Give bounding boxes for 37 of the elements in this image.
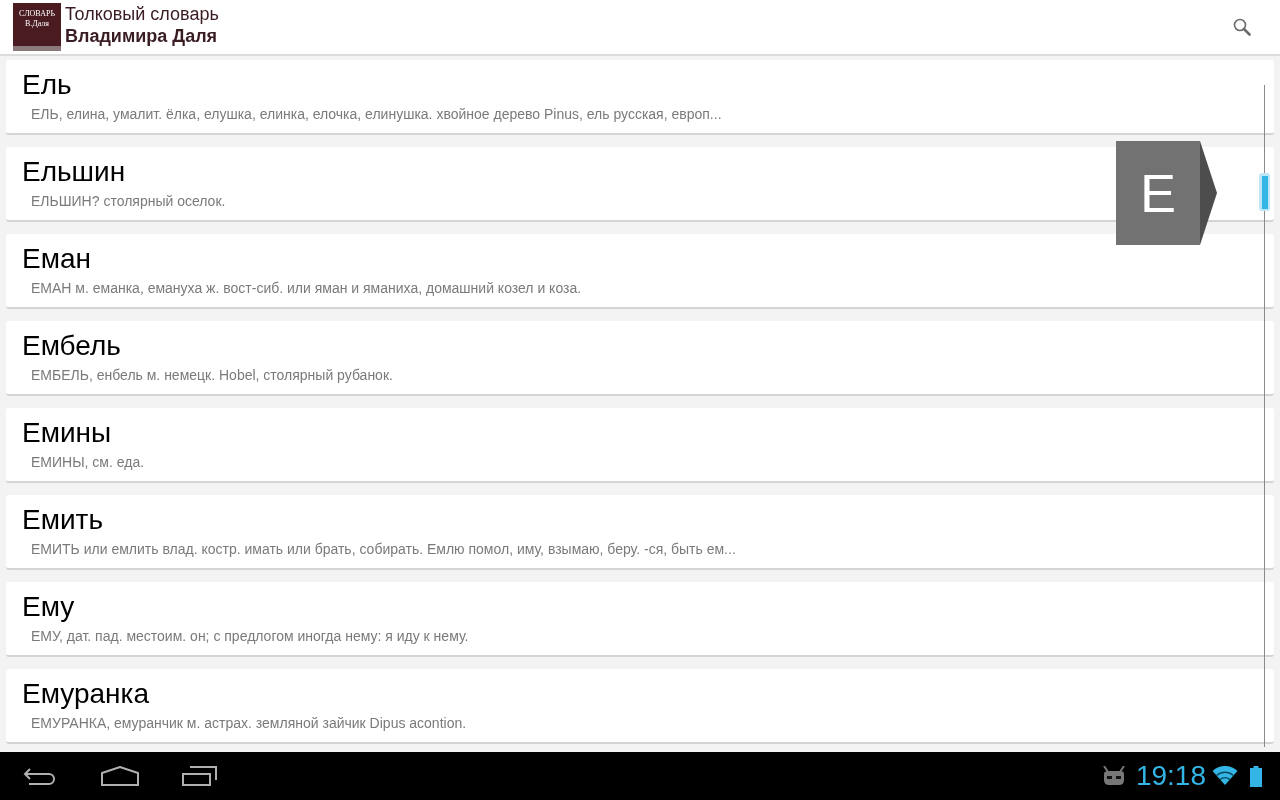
entry-definition: ЕМУРАНКА, емуранчик м. астрах. земляной зайчик Dipus acontion. xyxy=(31,714,467,732)
home-icon xyxy=(101,766,139,786)
entry-card[interactable]: Ель ЕЛЬ, елина, умалит. ёлка, елушка, елинка, елочка, елинушка. хвойное дерево Pinus, ель русская, европ... xyxy=(6,60,1274,135)
entry-word: Еман xyxy=(22,242,91,276)
entry-word: Емить xyxy=(22,503,103,537)
entry-definition: ЕМУ, дат. пад. местоим. он; с предлогом иногда нему: я иду к нему. xyxy=(31,627,469,645)
back-arrow-icon xyxy=(23,767,57,785)
entry-word: Ель xyxy=(22,68,72,102)
entry-word: Ему xyxy=(22,590,75,624)
index-letter: Е xyxy=(1140,163,1176,223)
entry-definition: ЕМБЕЛЬ, енбель м. немецк. Hobel, столярный рубанок. xyxy=(31,366,393,384)
app-subtitle: Владимира Даля xyxy=(65,25,219,47)
entry-card[interactable]: Емить ЕМИТЬ или емлить влад. костр. имать или брать, собирать. Емлю помол, иму, взымаю, беру. -ся, быть ем... xyxy=(6,495,1274,570)
clock: 19:18 xyxy=(1135,760,1206,792)
entry-card[interactable]: Ембель ЕМБЕЛЬ, енбель м. немецк. Hobel, столярный рубанок. xyxy=(6,321,1274,396)
entry-definition: ЕМАН м. еманка, емануха ж. вост-сиб. или яман и яманиха, домашний козел и коза. xyxy=(31,279,582,297)
entry-word: Ельшин xyxy=(22,155,126,189)
entry-definition: ЕЛЬ, елина, умалит. ёлка, елушка, елинка, елочка, елинушка. хвойное дерево Pinus, ель русская, европ... xyxy=(31,105,722,123)
scroll-thumb[interactable] xyxy=(1259,173,1270,211)
wifi-icon xyxy=(1212,766,1238,786)
entry-card[interactable]: Ему ЕМУ, дат. пад. местоим. он; с предлогом иногда нему: я иду к нему. xyxy=(6,582,1274,657)
entry-card[interactable]: Емуранка ЕМУРАНКА, емуранчик м. астрах. земляной зайчик Dipus acontion. xyxy=(6,669,1274,744)
battery-icon xyxy=(1250,765,1262,787)
search-icon xyxy=(1233,18,1251,36)
recent-apps-icon xyxy=(182,766,218,786)
logo-text: В.Даля xyxy=(24,19,50,29)
robot-head-icon xyxy=(1101,766,1126,786)
logo-text: СЛОВАРЬ xyxy=(19,9,55,19)
app-title: Толковый словарь xyxy=(65,3,219,25)
entry-definition: ЕМИТЬ или емлить влад. костр. имать или брать, собирать. Емлю помол, иму, взымаю, беру. -ся, быть ем... xyxy=(31,540,736,558)
entry-word: Ембель xyxy=(22,329,121,363)
entry-card[interactable]: Еман ЕМАН м. еманка, емануха ж. вост-сиб. или яман и яманиха, домашний козел и коза. xyxy=(6,234,1274,309)
entry-word: Емины xyxy=(22,416,112,450)
entry-definition: ЕЛЬШИН? столярный оселок. xyxy=(31,192,226,210)
entry-card[interactable]: Емины ЕМИНЫ, см. еда. xyxy=(6,408,1274,483)
entry-word: Емуранка xyxy=(22,677,149,711)
entry-definition: ЕМИНЫ, см. еда. xyxy=(31,453,145,471)
